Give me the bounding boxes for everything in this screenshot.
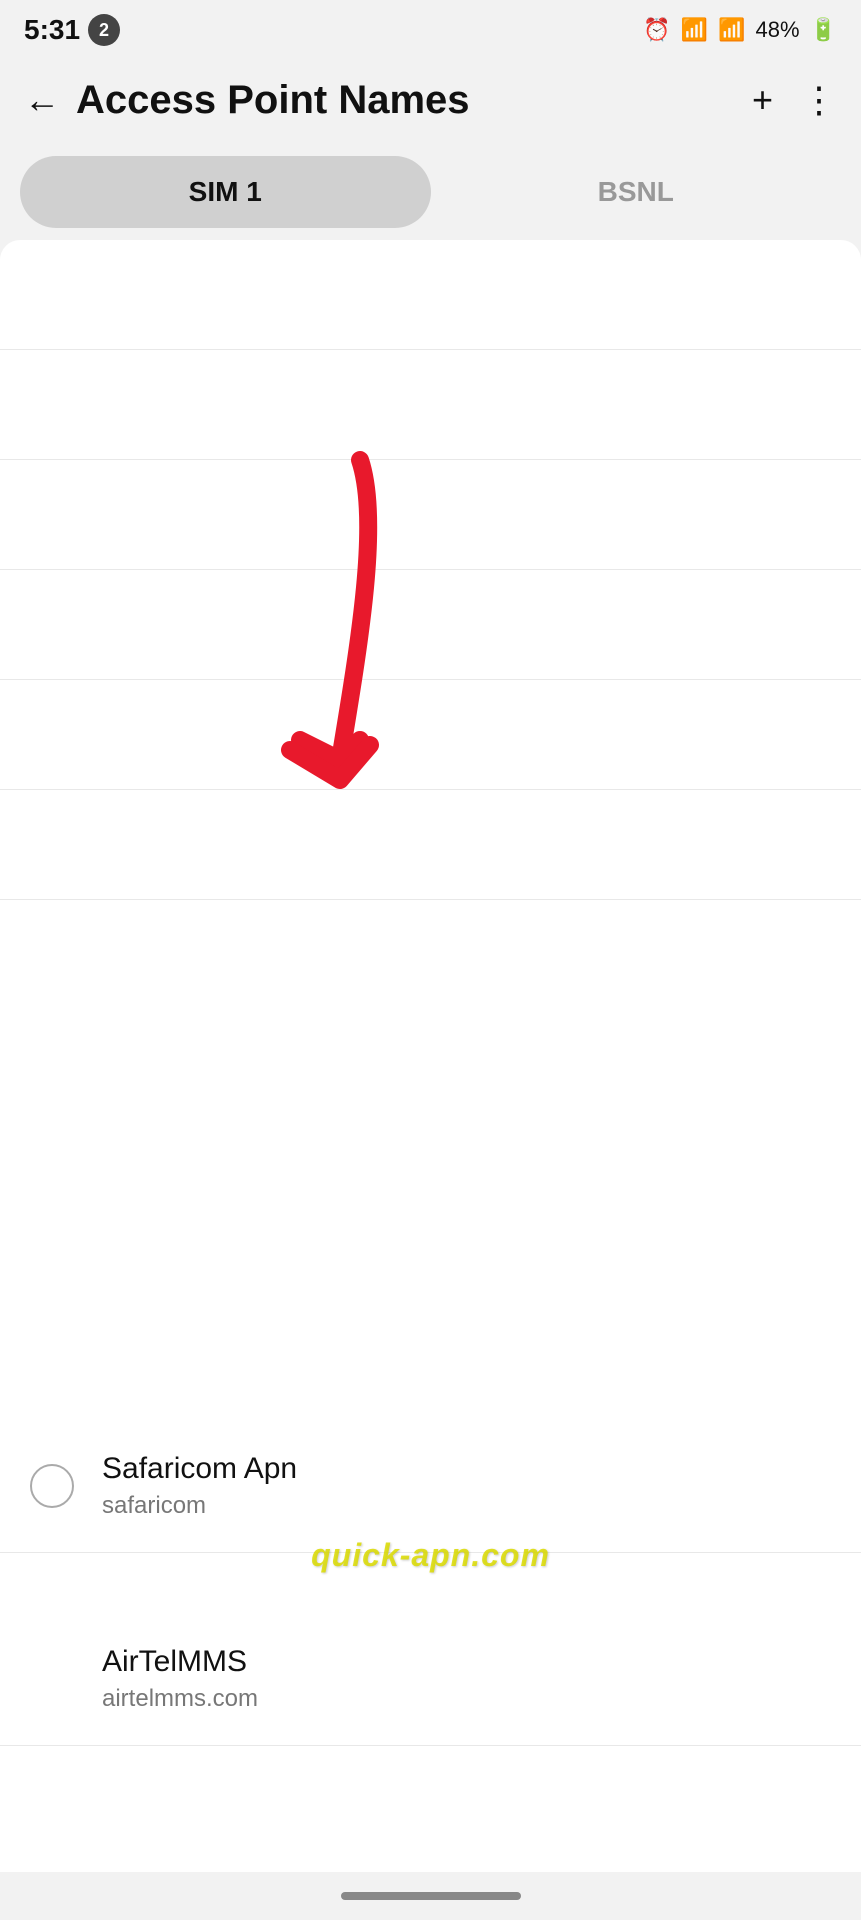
status-left: 5:31 2 (24, 14, 120, 46)
apn-item-safaricom[interactable]: Safaricom Apn safaricom quick-apn.com (0, 1420, 861, 1553)
header: ← Access Point Names + ⋮ (0, 56, 861, 144)
apn-name-airtelmms: AirTelMMS (102, 1645, 831, 1679)
apn-info-safaricom: Safaricom Apn safaricom (102, 1452, 831, 1520)
status-bar: 5:31 2 ⏰ 📶 📶 48% 🔋 (0, 0, 861, 56)
signal-icon: 📶 (718, 17, 745, 43)
battery-display: 48% (756, 17, 800, 43)
page-title: Access Point Names (76, 78, 752, 123)
apn-address-safaricom: safaricom (102, 1492, 831, 1520)
notification-badge: 2 (88, 14, 120, 46)
apn-item-airtelmms[interactable]: AirTelMMS airtelmms.com (0, 1613, 861, 1746)
spacer (0, 1553, 861, 1613)
list-item (0, 460, 861, 570)
list-item (0, 240, 861, 350)
apn-radio-safaricom[interactable] (30, 1464, 74, 1508)
list-item (0, 680, 861, 790)
tab-sim1[interactable]: SIM 1 (20, 156, 431, 228)
time-display: 5:31 (24, 14, 80, 46)
arrow-spacer (0, 900, 861, 1420)
bottom-bar (0, 1872, 861, 1920)
apn-name-safaricom: Safaricom Apn (102, 1452, 831, 1486)
more-options-button[interactable]: ⋮ (801, 79, 837, 121)
alarm-icon: ⏰ (643, 17, 670, 43)
back-button[interactable]: ← (24, 82, 60, 118)
apn-info-airtelmms: AirTelMMS airtelmms.com (30, 1645, 831, 1713)
content-area: Safaricom Apn safaricom quick-apn.com Ai… (0, 240, 861, 1920)
add-apn-button[interactable]: + (752, 79, 773, 121)
list-item (0, 570, 861, 680)
list-item (0, 350, 861, 460)
status-right: ⏰ 📶 📶 48% 🔋 (643, 17, 837, 43)
apn-address-airtelmms: airtelmms.com (102, 1685, 831, 1713)
home-indicator (341, 1892, 521, 1900)
sim-tabs: SIM 1 BSNL (0, 144, 861, 240)
battery-icon: 🔋 (810, 17, 837, 43)
wifi-icon: 📶 (681, 17, 708, 43)
tab-bsnl[interactable]: BSNL (431, 156, 842, 228)
list-item (0, 790, 861, 900)
header-actions: + ⋮ (752, 79, 837, 121)
